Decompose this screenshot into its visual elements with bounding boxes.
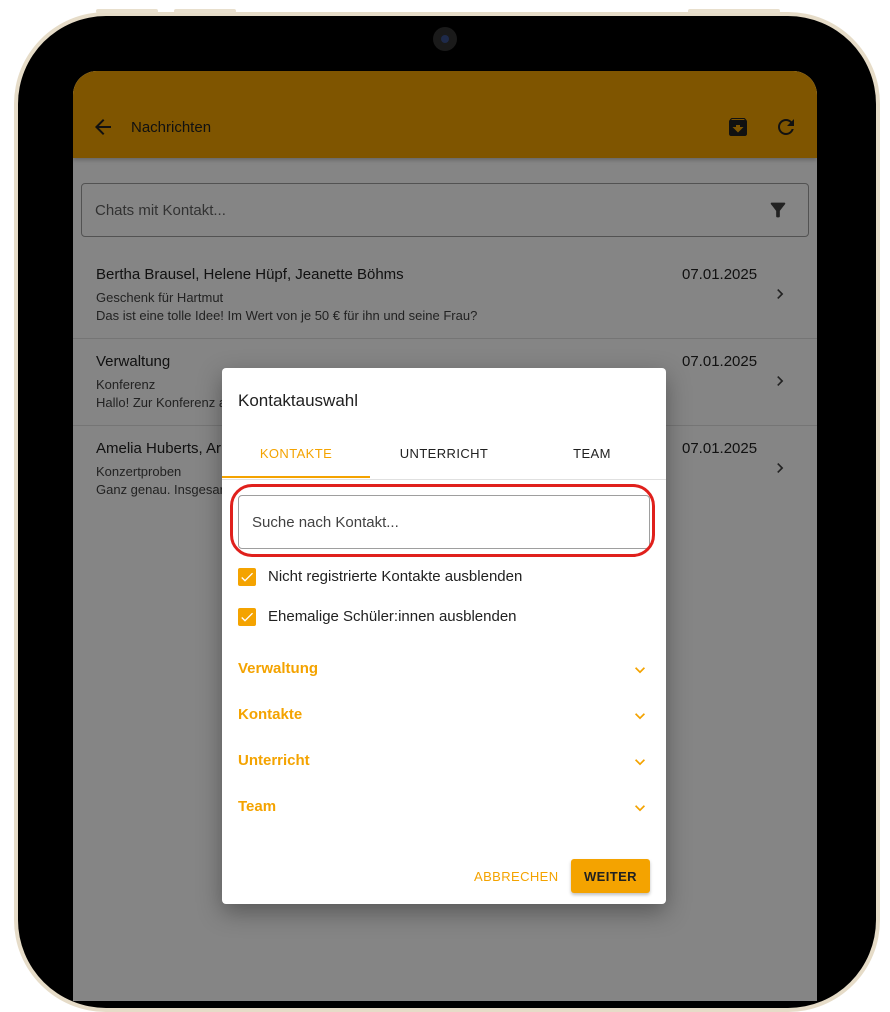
camera (433, 27, 457, 51)
tab-unterricht[interactable]: UNTERRICHT (370, 435, 518, 479)
group-label: Unterricht (238, 752, 310, 769)
cancel-button[interactable]: ABBRECHEN (468, 859, 560, 893)
chevron-down-icon (635, 805, 645, 812)
dialog-tabs: KONTAKTE UNTERRICHT TEAM (222, 435, 666, 480)
contact-selection-dialog: Kontaktauswahl KONTAKTE UNTERRICHT TEAM … (222, 368, 666, 904)
device-button (688, 9, 780, 13)
group-unterricht[interactable]: Unterricht (238, 746, 650, 776)
group-verwaltung[interactable]: Verwaltung (238, 654, 650, 684)
tab-kontakte[interactable]: KONTAKTE (222, 435, 370, 479)
group-label: Verwaltung (238, 660, 319, 677)
group-label: Team (238, 798, 277, 815)
checkmark-icon (241, 612, 253, 622)
contact-search-input[interactable] (239, 496, 649, 548)
group-kontakte[interactable]: Kontakte (238, 700, 650, 730)
active-tab-indicator (222, 476, 370, 478)
device-button (96, 9, 158, 13)
chevron-down-icon (635, 713, 645, 720)
group-team[interactable]: Team (238, 792, 650, 822)
contact-search-field (238, 495, 650, 549)
dialog-title: Kontaktauswahl (238, 391, 359, 410)
checkbox-checked[interactable] (238, 608, 256, 626)
next-button[interactable]: WEITER (571, 859, 650, 893)
device-button (174, 9, 236, 13)
checkmark-icon (241, 572, 253, 582)
chevron-down-icon (635, 667, 645, 674)
checkbox-label: Nicht registrierte Kontakte ausblenden (268, 568, 523, 585)
checkbox-label: Ehemalige Schüler:innen ausblenden (268, 608, 517, 625)
tab-team[interactable]: TEAM (518, 435, 666, 479)
checkbox-checked[interactable] (238, 568, 256, 586)
chevron-down-icon (635, 759, 645, 766)
group-label: Kontakte (238, 706, 303, 723)
